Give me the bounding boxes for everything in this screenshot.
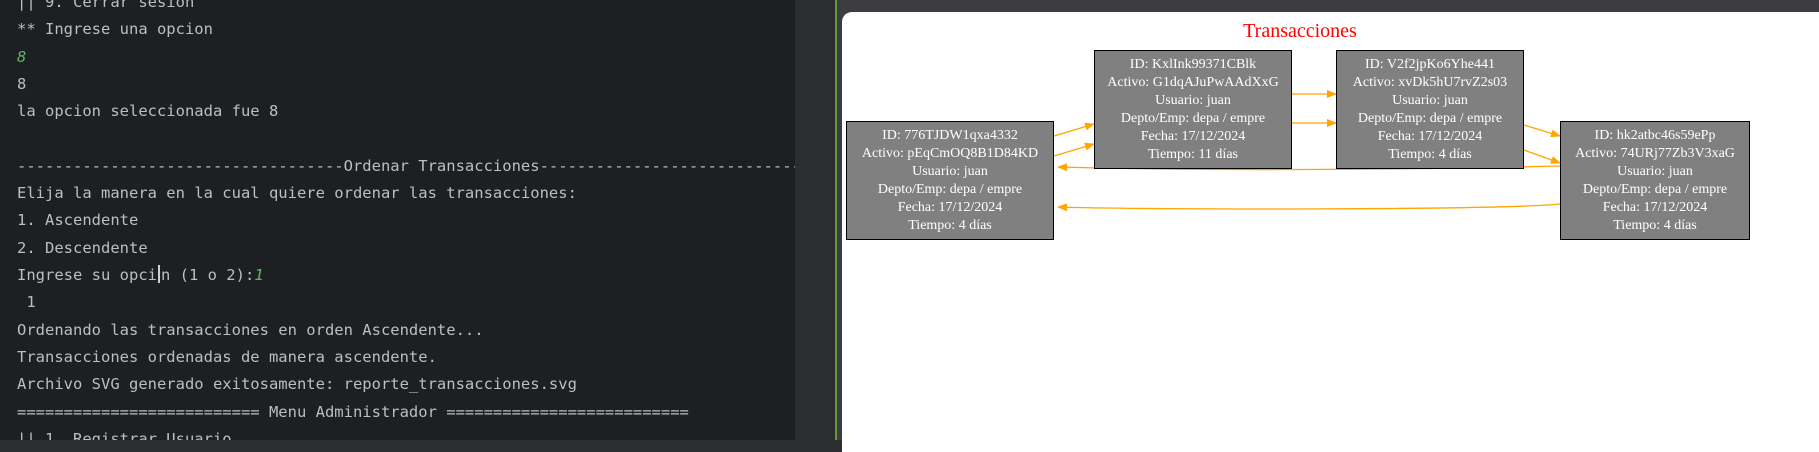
node-field: Activo: 74URj77Zb3V3xaG (1575, 146, 1735, 161)
node-field: ID: 776TJDW1qxa4332 (882, 128, 1018, 143)
transaction-node: ID: V2f2jpKo6Yhe441 Activo: xvDk5hU7rvZ2s… (1336, 50, 1524, 169)
node-field: Usuario: juan (1155, 93, 1231, 108)
edge-n1-to-n2-top (1053, 122, 1095, 137)
node-field: ID: hk2atbc46s59ePp (1594, 128, 1716, 143)
node-field: Depto/Emp: depa / empre (1357, 111, 1503, 126)
node-field: Usuario: juan (1617, 164, 1693, 179)
node-field: Tiempo: 4 días (1388, 147, 1472, 162)
node-field: Fecha: 17/12/2024 (1602, 200, 1708, 215)
node-field: Fecha: 17/12/2024 (1140, 129, 1246, 144)
transaction-node: ID: KxlInk99371CBlk Activo: G1dqAJuPwAAdX… (1094, 50, 1292, 169)
edge-n3-to-n4-top (1523, 124, 1561, 138)
node-field: Depto/Emp: depa / empre (1582, 182, 1728, 197)
node-field: Tiempo: 4 días (908, 218, 992, 233)
graph-title: Transacciones (1243, 20, 1357, 42)
node-field: Fecha: 17/12/2024 (1377, 129, 1483, 144)
node-field: Depto/Emp: depa / empre (1120, 111, 1266, 126)
edge-n4-to-n1-bottom (1057, 203, 1561, 212)
transaction-node: ID: 776TJDW1qxa4332 Activo: pEqCmOQ8B1D84… (846, 121, 1054, 240)
node-field: Usuario: juan (912, 164, 988, 179)
transaction-node: ID: hk2atbc46s59ePp Activo: 74URj77Zb3V3x… (1560, 121, 1750, 240)
node-field: ID: V2f2jpKo6Yhe441 (1364, 57, 1495, 72)
node-field: Activo: pEqCmOQ8B1D84KD (861, 146, 1039, 161)
node-field: Depto/Emp: depa / empre (877, 182, 1023, 197)
node-field: Activo: xvDk5hU7rvZ2s03 (1352, 75, 1508, 90)
node-field: Tiempo: 4 días (1613, 218, 1697, 233)
node-field: ID: KxlInk99371CBlk (1129, 57, 1257, 72)
edge-n3-to-n4-bottom (1523, 149, 1561, 164)
node-field: Fecha: 17/12/2024 (897, 200, 1003, 215)
node-field: Activo: G1dqAJuPwAAdXxG (1107, 75, 1279, 90)
node-field: Tiempo: 11 días (1148, 147, 1238, 162)
edge-n1-to-n2-bottom (1053, 142, 1095, 157)
node-field: Usuario: juan (1392, 93, 1468, 108)
